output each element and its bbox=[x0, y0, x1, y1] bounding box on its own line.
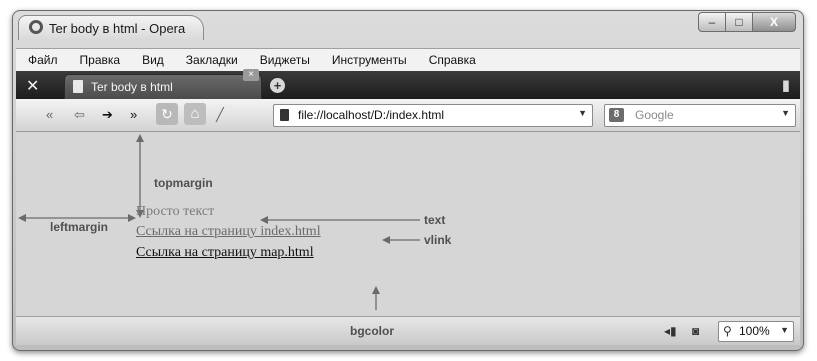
annotation-leftmargin: leftmargin bbox=[50, 220, 109, 234]
window-title: Ter body в html - Opera bbox=[49, 21, 186, 36]
unvisited-link[interactable]: Ссылка на страницу map.html bbox=[136, 245, 314, 261]
page-viewport: topmargin leftmargin text vlink Просто т… bbox=[16, 132, 800, 316]
wand-icon[interactable]: ╱ bbox=[216, 107, 224, 123]
speaker-icon[interactable]: ◂▮ bbox=[664, 324, 677, 338]
chevron-down-icon[interactable]: ▼ bbox=[780, 325, 789, 335]
annotation-arrows bbox=[18, 134, 420, 310]
annotation-vlink: vlink bbox=[424, 233, 452, 247]
address-text: file://localhost/D:/index.html bbox=[298, 108, 445, 122]
visited-link[interactable]: Ссылка на страницу index.html bbox=[136, 224, 321, 240]
menu-tools[interactable]: Инструменты bbox=[332, 53, 407, 67]
document-icon bbox=[73, 80, 83, 93]
home-icon[interactable]: ⌂ bbox=[184, 103, 206, 125]
menu-widgets[interactable]: Виджеты bbox=[260, 53, 310, 67]
back-arrow-icon[interactable]: ⇦ bbox=[74, 107, 85, 123]
chevron-down-icon[interactable]: ▼ bbox=[781, 108, 790, 118]
browser-window: Ter body в html - Opera – □ X Файл Правк… bbox=[12, 10, 804, 351]
magnifier-icon: ⚲ bbox=[723, 324, 732, 338]
annotation-text: text bbox=[424, 213, 446, 227]
new-tab-button[interactable]: + bbox=[270, 78, 285, 93]
navigation-bar: « ⇦ ➔ » ↻ ⌂ ╱ file://localhost/D:/index.… bbox=[16, 99, 800, 132]
rewind-icon[interactable]: « bbox=[46, 107, 53, 122]
search-placeholder: Google bbox=[635, 108, 674, 122]
forward-arrow-icon[interactable]: ➔ bbox=[102, 107, 113, 123]
minimize-button[interactable]: – bbox=[698, 12, 726, 32]
search-field[interactable]: 8 Google ▼ bbox=[604, 104, 796, 127]
plain-text: Просто текст bbox=[136, 204, 215, 219]
tab-bar: ✕ Ter body в html × + ▮ bbox=[16, 69, 800, 101]
tab-label: Ter body в html bbox=[91, 80, 173, 94]
window-controls: – □ X bbox=[698, 12, 796, 32]
menu-help[interactable]: Справка bbox=[429, 53, 476, 67]
camera-icon[interactable]: ◙ bbox=[692, 324, 699, 338]
status-bar: bgcolor ◂▮ ◙ ⚲ 100% ▼ bbox=[16, 316, 800, 345]
menu-edit[interactable]: Правка bbox=[80, 53, 121, 67]
tools-icon[interactable]: ✕ bbox=[26, 76, 39, 96]
menu-view[interactable]: Вид bbox=[142, 53, 164, 67]
zoom-value: 100% bbox=[739, 324, 770, 338]
fast-forward-icon[interactable]: » bbox=[130, 107, 137, 122]
menu-bookmarks[interactable]: Закладки bbox=[186, 53, 238, 67]
tab-active[interactable]: Ter body в html × bbox=[64, 69, 262, 101]
reload-icon[interactable]: ↻ bbox=[156, 103, 178, 125]
title-bar: Ter body в html - Opera – □ X bbox=[12, 10, 804, 40]
opera-logo-icon bbox=[29, 20, 43, 34]
trash-icon[interactable]: ▮ bbox=[782, 76, 790, 94]
annotation-topmargin: topmargin bbox=[154, 176, 213, 190]
maximize-button[interactable]: □ bbox=[725, 12, 753, 32]
title-tab: Ter body в html - Opera bbox=[18, 15, 204, 40]
menu-bar: Файл Правка Вид Закладки Виджеты Инструм… bbox=[16, 48, 800, 71]
chevron-down-icon[interactable]: ▼ bbox=[578, 108, 587, 118]
google-logo-icon[interactable]: 8 bbox=[609, 108, 624, 122]
page-icon bbox=[280, 109, 289, 121]
close-button[interactable]: X bbox=[752, 12, 796, 32]
tab-close-button[interactable]: × bbox=[243, 69, 259, 81]
zoom-control[interactable]: ⚲ 100% ▼ bbox=[718, 321, 794, 342]
address-field[interactable]: file://localhost/D:/index.html ▼ bbox=[273, 104, 593, 127]
menu-file[interactable]: Файл bbox=[28, 53, 58, 67]
annotation-bgcolor: bgcolor bbox=[350, 324, 394, 338]
